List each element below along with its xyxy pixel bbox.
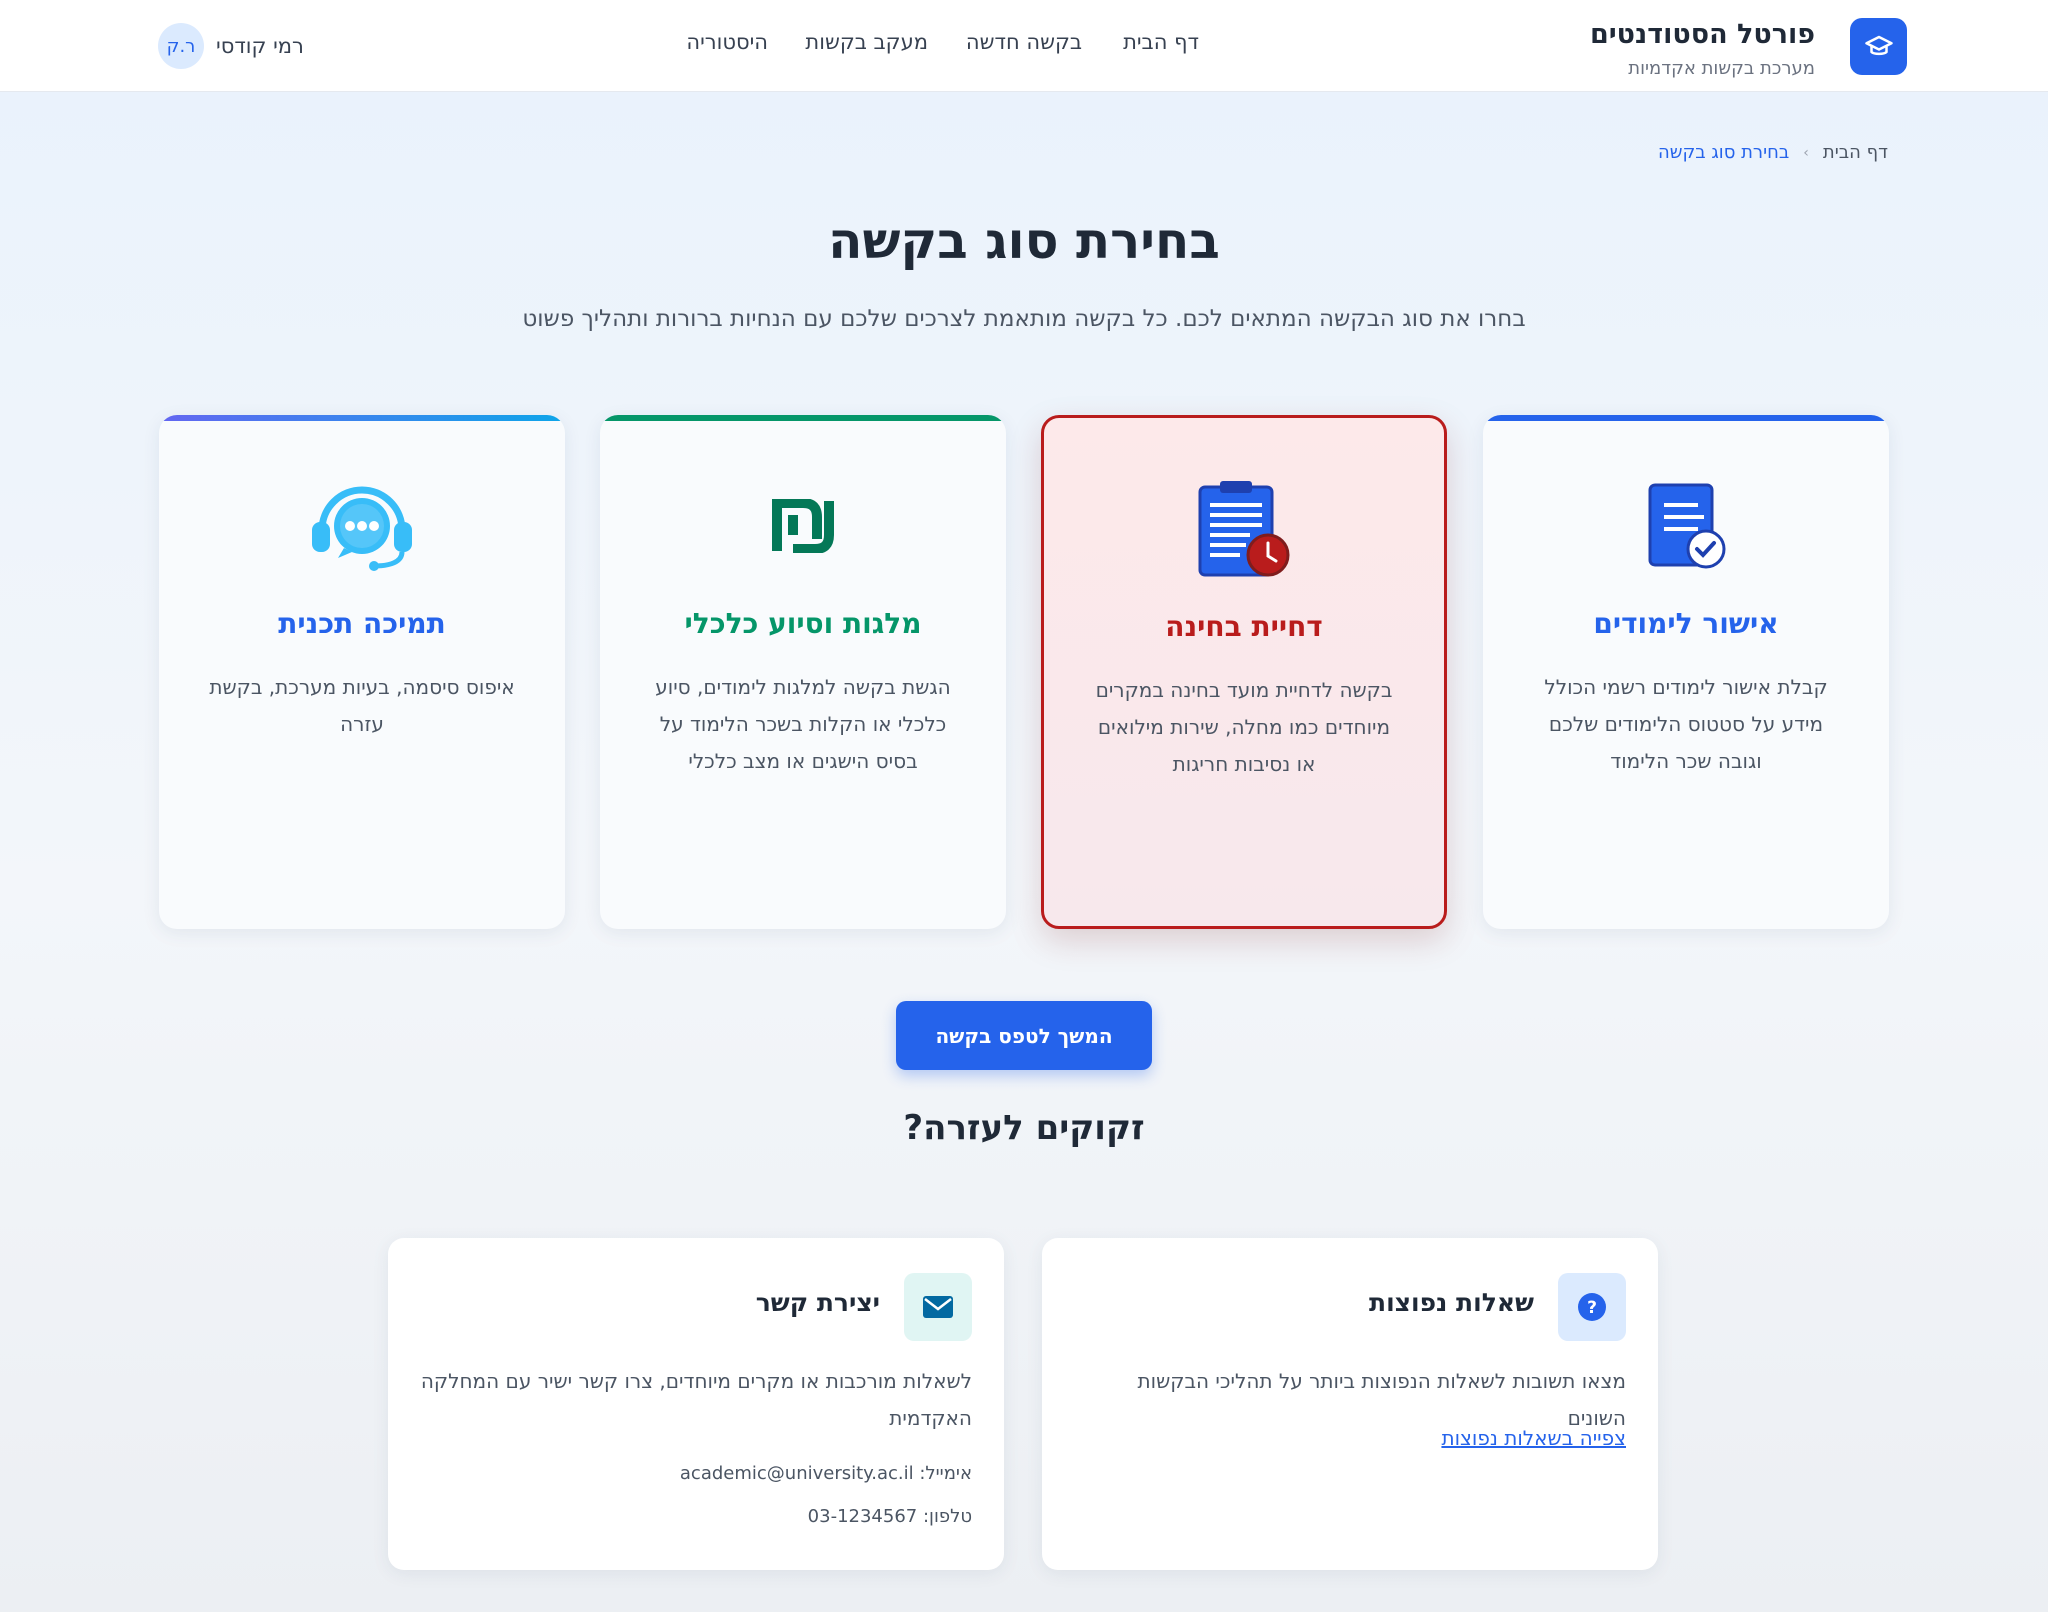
nav-history[interactable]: היסטוריה [686, 30, 768, 54]
request-card-exam-postponement[interactable]: דחיית בחינה בקשה לדחיית מועד בחינה במקרי… [1041, 415, 1447, 929]
card-title: מלגות וסיוע כלכלי [684, 607, 922, 640]
contact-phone[interactable]: טלפון: 03-1234567 [808, 1506, 972, 1527]
card-accent-bar [1483, 415, 1889, 421]
breadcrumb: דף הבית › בחירת סוג בקשה [1658, 142, 1888, 163]
card-description: קבלת אישור לימודים רשמי הכולל מידע על סט… [1544, 675, 1828, 773]
breadcrumb-separator: › [1803, 144, 1809, 161]
breadcrumb-current: בחירת סוג בקשה [1657, 142, 1790, 163]
contact-email[interactable]: אימייל: academic@university.ac.il [680, 1463, 972, 1484]
clipboard-clock-icon [1044, 474, 1444, 584]
main-nav: דף הבית בקשה חדשה מעקב בקשות היסטוריה [0, 30, 2048, 64]
continue-button[interactable]: המשך לטפס בקשה [896, 1001, 1152, 1070]
user-name: רמי קודסי [216, 34, 304, 58]
card-description: הגשת בקשה למלגות לימודים, סיוע כלכלי או … [655, 675, 951, 773]
user-menu[interactable]: רמי קודסי ר.ק [158, 23, 304, 69]
nav-home[interactable]: דף הבית [1123, 30, 1199, 54]
help-title: זקוקים לעזרה? [903, 1108, 1145, 1148]
card-title: דחיית בחינה [1165, 610, 1323, 643]
top-header: פורטל הסטודנטים מערכת בקשות אקדמיות דף ה… [0, 0, 2048, 92]
nav-new-request[interactable]: בקשה חדשה [966, 30, 1082, 54]
card-description: איפוס סיסמה, בעיות מערכת, בקשת עזרה [209, 675, 515, 736]
question-icon: ? [1558, 1273, 1626, 1341]
shekel-icon [600, 471, 1006, 581]
card-accent-bar [600, 415, 1006, 421]
mail-icon [904, 1273, 972, 1341]
request-card-tech-support[interactable]: תמיכה תכנית איפוס סיסמה, בעיות מערכת, בק… [159, 415, 565, 929]
nav-track-requests[interactable]: מעקב בקשות [805, 30, 928, 54]
page-subtitle: בחרו את סוג הבקשה המתאים לכם. כל בקשה מו… [522, 306, 1526, 332]
card-accent-bar [159, 415, 565, 421]
faq-card: ? שאלות נפוצות מצאו תשובות לשאלות הנפוצו… [1042, 1238, 1658, 1570]
contact-description: לשאלות מורכבות או מקרים מיוחדים, צרו קשר… [420, 1369, 972, 1430]
card-title: אישור לימודים [1593, 607, 1779, 640]
faq-link[interactable]: צפייה בשאלות נפוצות [1441, 1426, 1626, 1450]
request-card-scholarships[interactable]: מלגות וסיוע כלכלי הגשת בקשה למלגות לימוד… [600, 415, 1006, 929]
contact-card: יצירת קשר לשאלות מורכבות או מקרים מיוחדי… [388, 1238, 1004, 1570]
breadcrumb-home[interactable]: דף הבית [1823, 142, 1888, 163]
request-card-study-confirmation[interactable]: אישור לימודים קבלת אישור לימודים רשמי הכ… [1483, 415, 1889, 929]
contact-title: יצירת קשר [755, 1288, 880, 1317]
card-description: בקשה לדחיית מועד בחינה במקרים מיוחדים כמ… [1095, 678, 1393, 776]
document-check-icon [1483, 471, 1889, 581]
avatar[interactable]: ר.ק [158, 23, 204, 69]
headset-chat-icon [159, 471, 565, 581]
card-title: תמיכה תכנית [278, 607, 446, 640]
svg-text:?: ? [1587, 1298, 1597, 1318]
faq-title: שאלות נפוצות [1369, 1288, 1534, 1317]
page-title: בחירת סוג בקשה [828, 212, 1220, 270]
